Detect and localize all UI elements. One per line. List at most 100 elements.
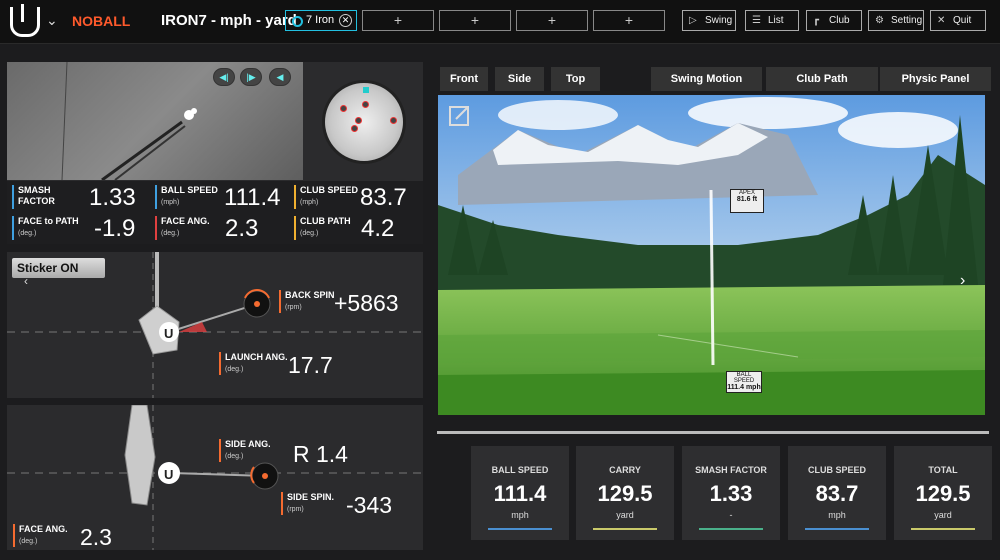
face-ang-label: FACE ANG. (deg.) <box>13 524 68 547</box>
course-scene: › APEX 81.6 ft BALL SPEED 111.4 mph <box>438 95 985 415</box>
list-icon: ☰ <box>752 15 761 26</box>
summary-value: 129.5 <box>597 481 653 506</box>
summary-value: 111.4 <box>493 481 547 506</box>
club-button[interactable]: ┏ Club <box>806 10 862 31</box>
impact-point <box>390 117 397 124</box>
summary-unit: mph <box>828 510 846 520</box>
tab-club-path[interactable]: Club Path <box>766 67 878 91</box>
club-face-impact-map <box>322 80 406 164</box>
summary-label: TOTAL <box>928 465 958 475</box>
tab-top[interactable]: Top <box>551 67 600 91</box>
summary-underline <box>488 528 552 530</box>
svg-text:U: U <box>164 326 173 341</box>
summary-underline <box>699 528 763 530</box>
add-club-slot[interactable]: + <box>516 10 588 31</box>
scene-divider <box>437 431 989 434</box>
ball-speed-tag-value: 111.4 mph <box>727 384 761 391</box>
ball-speed-label: BALL SPEED (mph) <box>161 185 218 206</box>
list-button[interactable]: ☰ List <box>745 10 799 31</box>
club-info: IRON7 - mph - yard <box>161 12 297 29</box>
summary-card-smash-factor: SMASH FACTOR 1.33 - <box>682 446 780 540</box>
launch-ang-value: 17.7 <box>288 352 333 378</box>
club-speed-label: CLUB SPEED (mph) <box>300 185 359 206</box>
apex-value: 81.6 ft <box>736 196 758 203</box>
side-ang-value: R 1.4 <box>293 441 348 467</box>
next-frame-icon[interactable]: |▶ <box>240 68 262 86</box>
smash-factor-label: SMASH FACTOR <box>18 185 55 206</box>
summary-underline <box>593 528 657 530</box>
club-slot-label: 7 Iron <box>306 14 335 26</box>
summary-label: CLUB SPEED <box>807 465 866 475</box>
side-spin-value: -343 <box>346 492 393 518</box>
gear-icon: ⚙ <box>875 15 884 26</box>
face-to-path-value: -1.9 <box>94 215 136 242</box>
close-icon: ✕ <box>937 15 946 26</box>
summary-card-club-speed: CLUB SPEED 83.7 mph <box>788 446 886 540</box>
ball-speed-value: 111.4 <box>224 184 281 211</box>
summary-value: 129.5 <box>915 481 971 506</box>
apex-tag: APEX 81.6 ft <box>730 189 764 213</box>
noball-status: NOBALL <box>72 13 131 29</box>
impact-point <box>355 117 362 124</box>
replay-icon[interactable]: ◀ <box>269 68 291 86</box>
summary-underline <box>911 528 975 530</box>
back-spin-label: BACK SPIN (rpm) <box>279 290 335 313</box>
summary-unit: yard <box>934 510 952 520</box>
remove-club-icon[interactable]: ✕ <box>339 14 352 27</box>
launch-ang-label: LAUNCH ANG. (deg.) <box>219 352 288 375</box>
summary-card-ball-speed: BALL SPEED 111.4 mph <box>471 446 569 540</box>
prev-frame-icon[interactable]: ◀| <box>213 68 235 86</box>
side-ang-label: SIDE ANG. (deg.) <box>219 439 271 462</box>
top-view-diagram: U <box>7 405 423 550</box>
club-button-label: Club <box>829 15 850 26</box>
face-ang-value: 2.3 <box>80 524 112 550</box>
impact-point <box>340 105 347 112</box>
summary-label: SMASH FACTOR <box>695 465 767 475</box>
side-spin-label: SIDE SPIN. (rpm) <box>281 492 334 515</box>
face-center-marker <box>363 87 369 93</box>
tab-side[interactable]: Side <box>495 67 544 91</box>
impact-point <box>351 125 358 132</box>
summary-card-carry: CARRY 129.5 yard <box>576 446 674 540</box>
club-path-value: 4.2 <box>361 215 395 242</box>
play-circle-icon: ▷ <box>689 15 697 26</box>
impact-stats: SMASH FACTOR 1.33 BALL SPEED (mph) 111.4 C… <box>7 181 423 244</box>
impact-point <box>362 101 369 108</box>
add-club-slot[interactable]: + <box>362 10 434 31</box>
summary-value: 1.33 <box>709 481 753 506</box>
swing-button-label: Swing <box>705 15 733 26</box>
club-path-label: CLUB PATH (deg.) <box>300 216 351 237</box>
summary-underline <box>805 528 869 530</box>
face-ang-label: FACE ANG. (deg.) <box>161 216 210 237</box>
summary-unit: yard <box>616 510 634 520</box>
smash-factor-value: 1.33 <box>89 184 136 211</box>
tab-physic-panel[interactable]: Physic Panel <box>880 67 991 91</box>
summary-label: BALL SPEED <box>491 465 549 475</box>
brand-logo[interactable] <box>10 4 40 37</box>
ball-speed-tag: BALL SPEED 111.4 mph <box>726 371 762 393</box>
tab-swing-motion[interactable]: Swing Motion <box>651 67 762 91</box>
quit-button-label: Quit <box>953 15 972 26</box>
summary-value: 83.7 <box>815 481 859 506</box>
setting-button-label: Setting <box>891 15 923 26</box>
course-landscape-image: › <box>438 95 985 415</box>
club-speed-value: 83.7 <box>360 184 407 211</box>
summary-card-total: TOTAL 129.5 yard <box>894 446 992 540</box>
top-bar: ⌄ NOBALL IRON7 - mph - yard 7 Iron ✕ + +… <box>0 0 1000 44</box>
summary-label: CARRY <box>609 465 641 475</box>
add-club-slot[interactable]: + <box>439 10 511 31</box>
face-ang-value: 2.3 <box>225 215 259 242</box>
chevron-left-icon[interactable]: ‹ <box>24 274 28 288</box>
add-club-slot[interactable]: + <box>593 10 665 31</box>
summary-unit: - <box>729 510 733 520</box>
summary-unit: mph <box>511 510 529 520</box>
top-view-panel: U <box>7 405 423 550</box>
chevron-down-icon[interactable]: ⌄ <box>46 12 58 29</box>
tab-front[interactable]: Front <box>440 67 488 91</box>
setting-button[interactable]: ⚙ Setting <box>868 10 924 31</box>
club-slot-active[interactable]: 7 Iron ✕ <box>285 10 357 31</box>
club-icon: ┏ <box>813 15 820 26</box>
list-button-label: List <box>768 15 784 26</box>
quit-button[interactable]: ✕ Quit <box>930 10 986 31</box>
swing-button[interactable]: ▷ Swing <box>682 10 736 31</box>
